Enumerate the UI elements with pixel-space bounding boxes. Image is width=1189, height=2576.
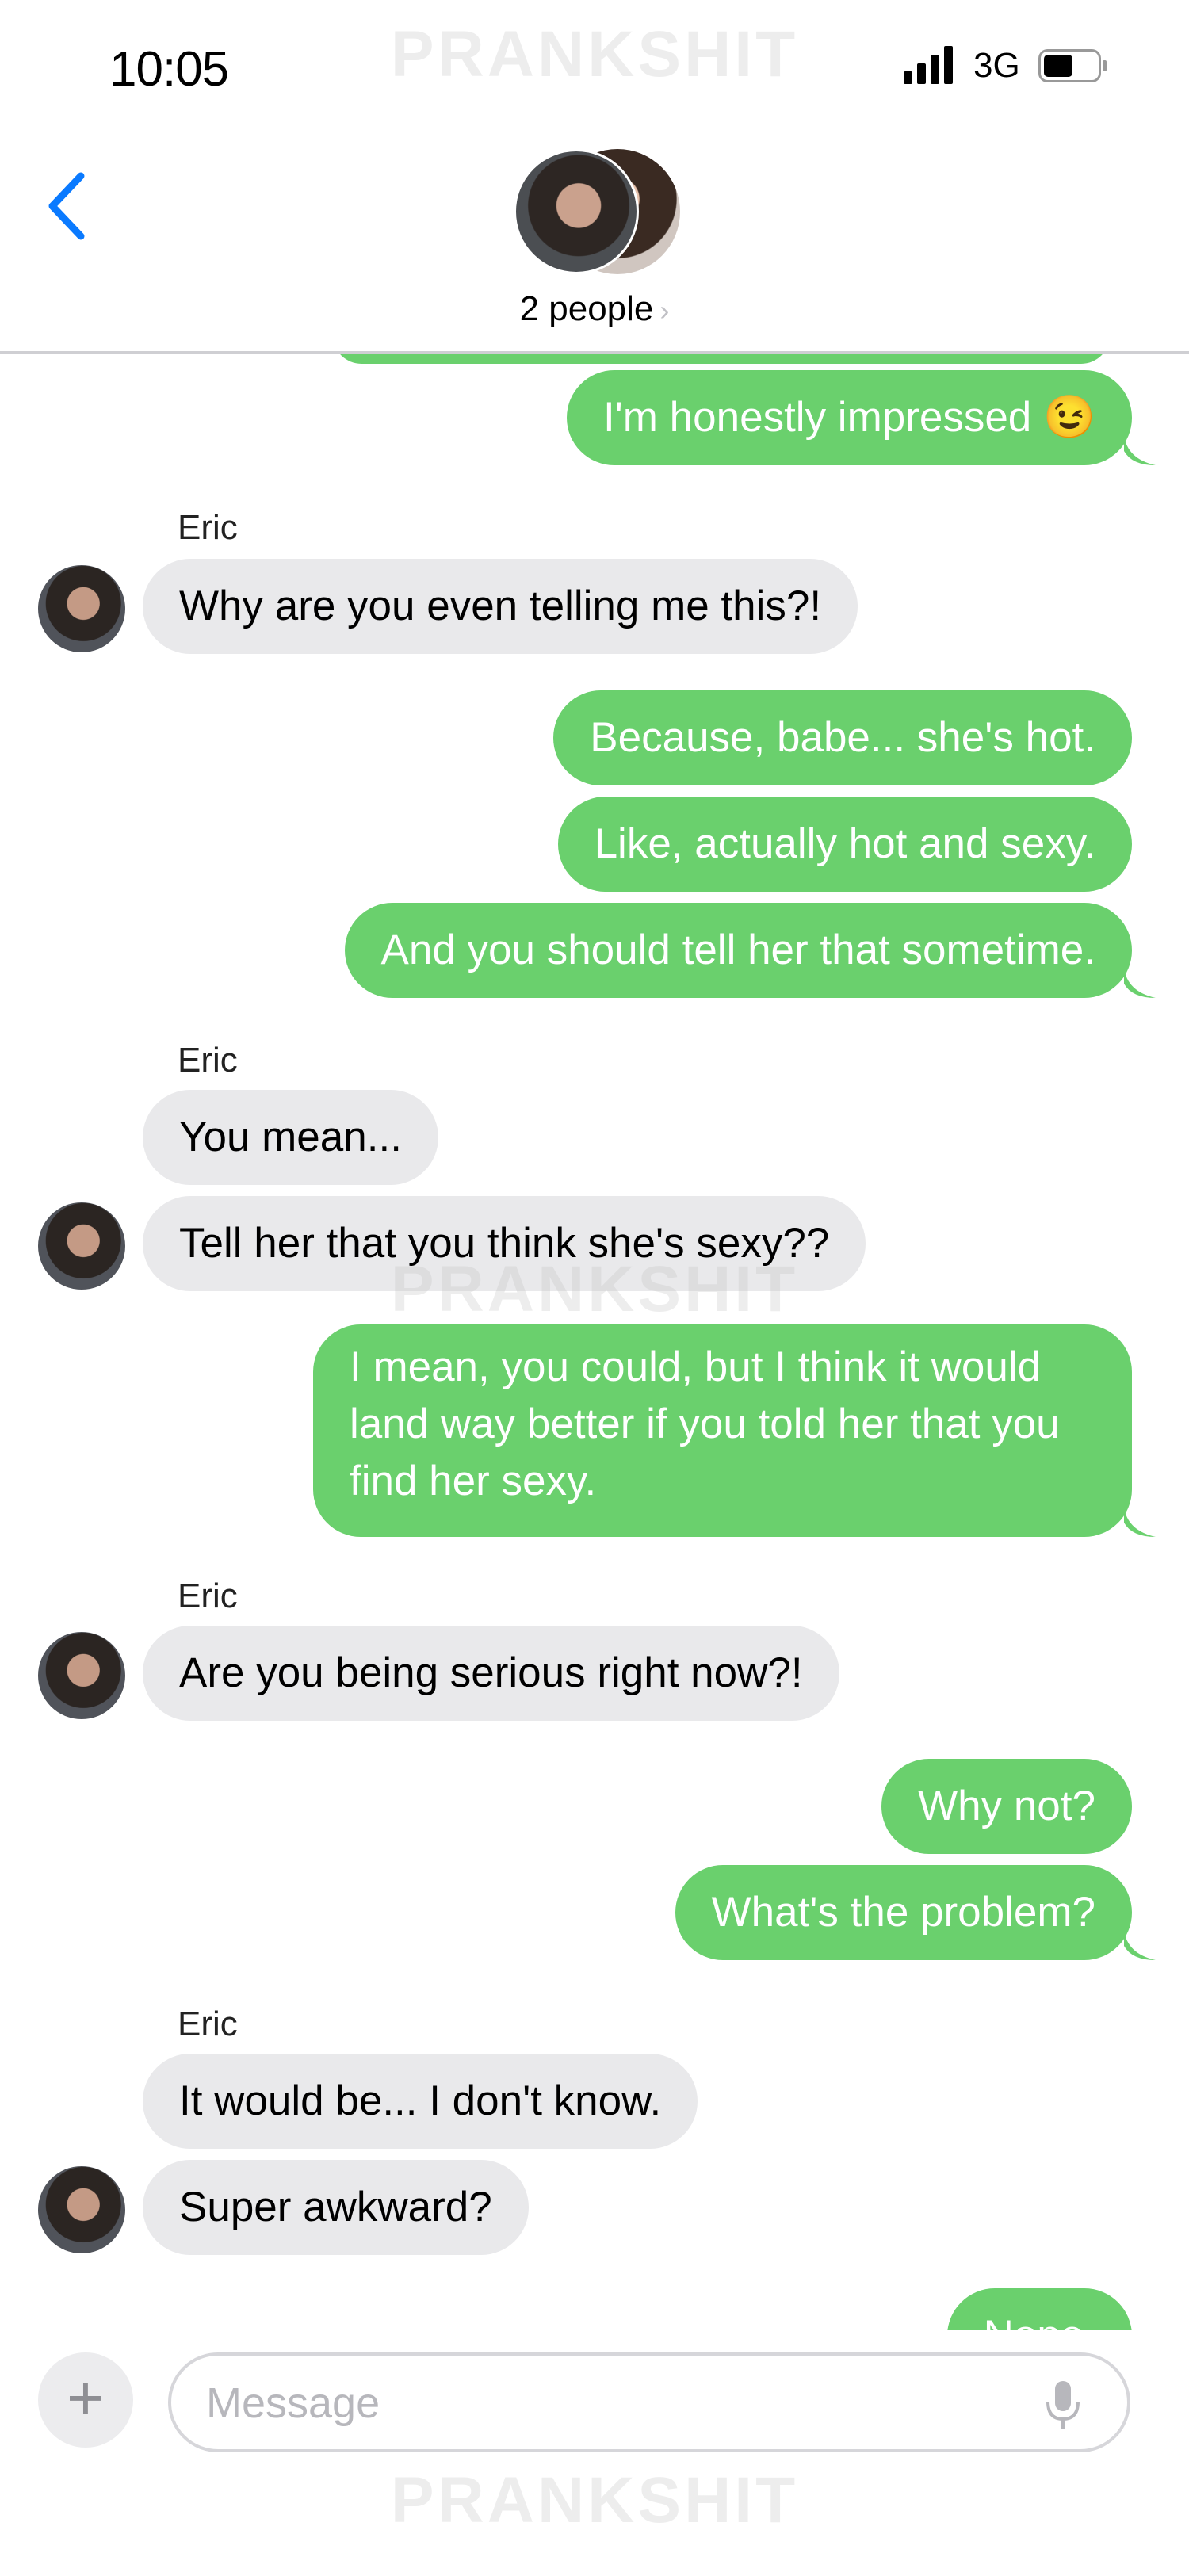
status-time: 10:05: [109, 42, 229, 97]
sender-avatar: [38, 565, 125, 652]
message-bubble-incoming: It would be... I don't know.: [143, 2054, 698, 2149]
microphone-icon[interactable]: [1043, 2379, 1083, 2430]
compose-bar: +: [0, 2330, 1189, 2576]
sender-name: Eric: [178, 2005, 238, 2043]
message-bubble-partial: [333, 354, 1110, 364]
group-title[interactable]: 2 people ›: [0, 289, 1189, 329]
message-bubble-outgoing: I'm honestly impressed 😉: [566, 370, 1132, 465]
sender-avatar: [38, 2166, 125, 2253]
sender-avatar: [38, 1202, 125, 1290]
message-thread[interactable]: I'm honestly impressed 😉 Eric Why are yo…: [0, 354, 1189, 2330]
back-chevron-icon[interactable]: [41, 166, 97, 246]
message-bubble-outgoing: And you should tell her that sometime.: [344, 903, 1132, 998]
plus-button[interactable]: +: [38, 2352, 133, 2448]
bubble-tail: [1124, 1507, 1156, 1537]
message-bubble-outgoing: Like, actually hot and sexy.: [557, 797, 1132, 892]
sender-name: Eric: [178, 1577, 238, 1615]
sender-avatar: [38, 1632, 125, 1719]
message-bubble-outgoing: What's the problem?: [675, 1865, 1132, 1960]
chevron-right-icon: ›: [659, 294, 670, 327]
message-bubble-outgoing: Why not?: [881, 1759, 1132, 1854]
status-bar: 10:05 3G: [0, 0, 1189, 135]
message-bubble-incoming: You mean...: [143, 1090, 438, 1185]
battery-icon: [1038, 49, 1107, 82]
message-field[interactable]: [168, 2352, 1130, 2452]
message-bubble-outgoing: Because, babe... she's hot.: [553, 690, 1132, 785]
bubble-tail: [1124, 1930, 1156, 1960]
bubble-tail: [1124, 968, 1156, 998]
group-title-label: 2 people: [519, 289, 654, 328]
message-bubble-incoming: Why are you even telling me this?!: [143, 559, 858, 654]
message-bubble-incoming: Tell her that you think she's sexy??: [143, 1196, 866, 1291]
message-bubble-outgoing: I mean, you could, but I think it would …: [313, 1324, 1132, 1537]
group-avatar[interactable]: [514, 149, 680, 276]
avatar-eric: [514, 149, 639, 274]
message-input[interactable]: [206, 2375, 999, 2432]
sender-name: Eric: [178, 508, 238, 547]
conversation-header: 2 people ›: [0, 135, 1189, 354]
plus-icon: +: [67, 2362, 105, 2434]
sender-name: Eric: [178, 1041, 238, 1080]
message-bubble-incoming: Are you being serious right now?!: [143, 1626, 839, 1721]
network-type: 3G: [973, 46, 1020, 85]
message-bubble-outgoing: Nope.: [946, 2288, 1132, 2330]
signal-icon: [904, 46, 953, 84]
message-bubble-incoming: Super awkward?: [143, 2160, 529, 2255]
bubble-tail: [1124, 435, 1156, 465]
